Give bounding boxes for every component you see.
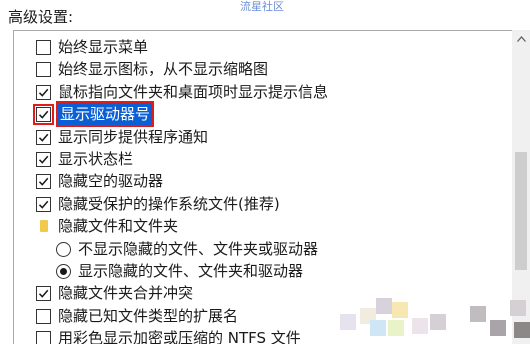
checkbox-option[interactable]: 鼠标指向文件夹和桌面项时显示提示信息 [14, 81, 509, 103]
scroll-up-arrow-icon[interactable] [512, 30, 530, 48]
folder-icon [40, 220, 48, 232]
checkbox-checked-icon[interactable] [33, 104, 54, 125]
option-label: 显示同步提供程序通知 [58, 128, 209, 146]
watermark-text: 流星社区 [240, 0, 284, 13]
advanced-settings-label: 高级设置: [8, 8, 74, 26]
checkbox-checked-icon[interactable] [36, 286, 51, 301]
scroll-thumb[interactable] [515, 152, 527, 270]
checkbox-checked-icon[interactable] [36, 152, 51, 167]
checkbox-option[interactable]: 隐藏空的驱动器 [14, 170, 509, 192]
radio-option[interactable]: 显示隐藏的文件、文件夹和驱动器 [14, 260, 509, 282]
checkbox-option[interactable]: 始终显示图标，从不显示缩略图 [14, 58, 509, 80]
tree-group[interactable]: 隐藏文件和文件夹 [14, 215, 509, 237]
option-label: 不显示隐藏的文件、文件夹或驱动器 [78, 240, 319, 258]
radio-selected-icon[interactable] [56, 264, 71, 279]
checkbox-option[interactable]: 始终显示菜单 [14, 36, 509, 58]
checkbox-unchecked-icon[interactable] [36, 40, 51, 55]
checkbox-option[interactable]: 隐藏受保护的操作系统文件(推荐) [14, 193, 509, 215]
option-label: 显示状态栏 [58, 150, 134, 168]
option-label: 用彩色显示加密或压缩的 NTFS 文件 [58, 329, 301, 344]
option-label: 隐藏已知文件类型的扩展名 [58, 307, 239, 325]
checkbox-checked-icon[interactable] [36, 174, 51, 189]
radio-option[interactable]: 不显示隐藏的文件、文件夹或驱动器 [14, 238, 509, 260]
option-label: 显示隐藏的文件、文件夹和驱动器 [78, 262, 304, 280]
checkbox-unchecked-icon[interactable] [36, 62, 51, 77]
option-label: 显示驱动器号 [55, 101, 155, 127]
option-label: 隐藏文件夹合并冲突 [58, 284, 194, 302]
option-label: 始终显示菜单 [58, 38, 149, 56]
checkbox-unchecked-icon[interactable] [36, 331, 51, 344]
checkbox-checked-icon[interactable] [36, 85, 51, 100]
checkbox-unchecked-icon[interactable] [36, 309, 51, 324]
option-label: 始终显示图标，从不显示缩略图 [58, 60, 269, 78]
checkbox-option[interactable]: 显示状态栏 [14, 148, 509, 170]
option-label: 隐藏受保护的操作系统文件(推荐) [58, 195, 280, 213]
option-label: 隐藏文件和文件夹 [58, 217, 179, 235]
option-label: 隐藏空的驱动器 [58, 172, 164, 190]
checkbox-checked-icon[interactable] [36, 130, 51, 145]
radio-unselected-icon[interactable] [56, 242, 71, 257]
checkbox-option[interactable]: 显示驱动器号 [14, 101, 509, 127]
watermark-mosaic [330, 294, 530, 344]
checkbox-checked-icon[interactable] [36, 197, 51, 212]
option-label: 鼠标指向文件夹和桌面项时显示提示信息 [58, 83, 329, 101]
checkbox-option[interactable]: 显示同步提供程序通知 [14, 126, 509, 148]
